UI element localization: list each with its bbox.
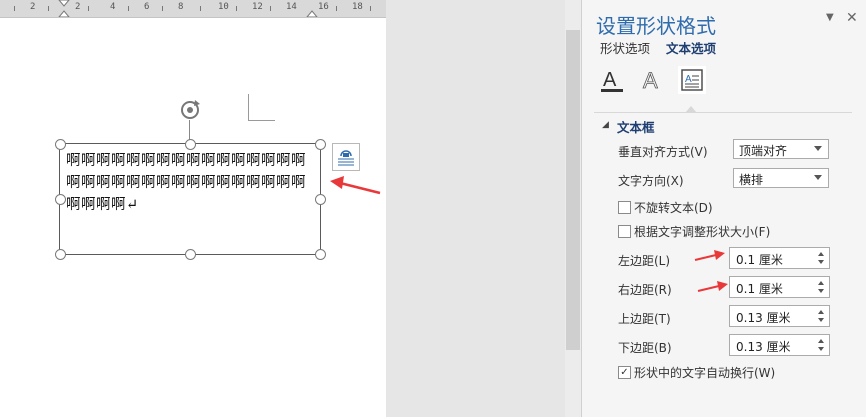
bottom-margin-value: 0.13 厘米 (736, 340, 791, 354)
scrollbar-thumb[interactable] (566, 30, 580, 350)
spin-down-icon[interactable] (818, 260, 824, 264)
indent-marker-icon[interactable] (58, 0, 70, 17)
ruler-number: 18 (352, 2, 363, 12)
no-rotate-label[interactable]: 不旋转文本(D) (634, 199, 713, 216)
text-direction-value: 横排 (739, 173, 764, 187)
text-effects-icon[interactable]: A (638, 66, 666, 94)
ruler-number: 4 (110, 2, 116, 12)
top-margin-spinner[interactable]: 0.13 厘米 (729, 305, 830, 327)
textbox-icon[interactable]: A (678, 66, 706, 94)
red-arrow-icon (694, 250, 725, 261)
section-title-textbox[interactable]: 文本框 (617, 117, 655, 136)
left-margin-label: 左边距(L) (618, 254, 671, 268)
svg-text:A: A (643, 68, 658, 93)
horizontal-ruler[interactable]: 2 2 4 6 8 10 12 14 16 18 (0, 0, 386, 18)
rotate-icon[interactable] (176, 96, 204, 124)
margin-corner-mark (248, 94, 275, 121)
no-rotate-checkbox[interactable] (618, 201, 631, 214)
ruler-number: 12 (252, 2, 263, 12)
resize-handle-bottom-right[interactable] (315, 249, 326, 260)
chevron-down-icon (814, 146, 822, 151)
panel-separator (594, 112, 852, 113)
close-icon[interactable]: ✕ (846, 10, 858, 26)
spin-up-icon[interactable] (818, 252, 824, 256)
right-margin-value: 0.1 厘米 (736, 282, 783, 296)
ruler-tick (14, 6, 15, 11)
panel-title: 设置形状格式 (596, 14, 716, 38)
top-margin-value: 0.13 厘米 (736, 311, 791, 325)
left-margin-spinner[interactable]: 0.1 厘米 (729, 247, 830, 269)
text-direction-label: 文字方向(X) (618, 174, 684, 188)
wrap-text-label[interactable]: 形状中的文字自动换行(W) (634, 364, 775, 381)
layout-options-icon[interactable] (332, 143, 360, 171)
text-direction-select[interactable]: 横排 (733, 168, 829, 188)
resize-shape-checkbox[interactable] (618, 225, 631, 238)
red-arrow-icon (330, 176, 381, 195)
ruler-tick (270, 6, 271, 11)
ruler-number: 10 (218, 2, 229, 12)
vertical-align-select[interactable]: 顶端对齐 (733, 139, 829, 159)
dropdown-icon[interactable]: ▼ (826, 12, 834, 23)
text-fill-icon[interactable]: A (598, 66, 626, 94)
spin-up-icon[interactable] (818, 310, 824, 314)
ruler-number: 6 (144, 2, 150, 12)
ruler-tick (88, 6, 89, 11)
resize-handle-top[interactable] (185, 139, 196, 150)
ruler-tick (200, 6, 201, 11)
tab-text-options[interactable]: 文本选项 (666, 38, 716, 57)
tab-shape-options[interactable]: 形状选项 (600, 38, 650, 57)
resize-handle-top-right[interactable] (315, 139, 326, 150)
ruler-tick (336, 6, 337, 11)
bottom-margin-label: 下边距(B) (618, 341, 672, 355)
chevron-down-icon (814, 175, 822, 180)
ruler-tick (370, 6, 371, 11)
resize-shape-label[interactable]: 根据文字调整形状大小(F) (634, 223, 770, 240)
spin-down-icon[interactable] (818, 318, 824, 322)
spin-down-icon[interactable] (818, 289, 824, 293)
ruler-number: 2 (75, 2, 81, 12)
right-margin-label: 右边距(R) (618, 283, 672, 297)
red-arrow-icon (697, 281, 728, 292)
spin-down-icon[interactable] (818, 347, 824, 351)
ruler-number: 8 (178, 2, 184, 12)
ruler-tick (48, 6, 49, 11)
spin-up-icon[interactable] (818, 339, 824, 343)
resize-handle-bottom[interactable] (185, 249, 196, 260)
svg-text:A: A (603, 69, 617, 91)
bottom-margin-spinner[interactable]: 0.13 厘米 (729, 334, 830, 356)
top-margin-label: 上边距(T) (618, 312, 671, 326)
vertical-align-value: 顶端对齐 (739, 144, 788, 158)
spin-up-icon[interactable] (818, 281, 824, 285)
svg-text:A: A (685, 74, 692, 85)
vertical-align-label: 垂直对齐方式(V) (618, 145, 708, 159)
textbox-text[interactable]: 啊啊啊啊啊啊啊啊啊啊啊啊啊啊啊啊啊啊啊啊啊啊啊啊啊啊啊啊啊啊啊啊啊啊啊啊↵ (66, 150, 320, 216)
left-margin-value: 0.1 厘米 (736, 253, 783, 267)
wrap-text-checkbox[interactable]: ✓ (618, 366, 631, 379)
resize-handle-top-left[interactable] (55, 139, 66, 150)
right-margin-spinner[interactable]: 0.1 厘米 (729, 276, 830, 298)
collapse-arrow-icon[interactable]: ◢ (602, 120, 609, 130)
ruler-tick (128, 6, 129, 11)
ruler-tick (162, 6, 163, 11)
resize-handle-left[interactable] (55, 194, 66, 205)
ruler-number: 16 (318, 2, 329, 12)
ruler-tick (236, 6, 237, 11)
ruler-number: 14 (286, 2, 297, 12)
selected-tab-pointer (685, 106, 697, 113)
resize-handle-right[interactable] (315, 194, 326, 205)
ruler-number: 2 (30, 2, 36, 12)
resize-handle-bottom-left[interactable] (55, 249, 66, 260)
right-indent-marker-icon[interactable] (306, 6, 318, 17)
